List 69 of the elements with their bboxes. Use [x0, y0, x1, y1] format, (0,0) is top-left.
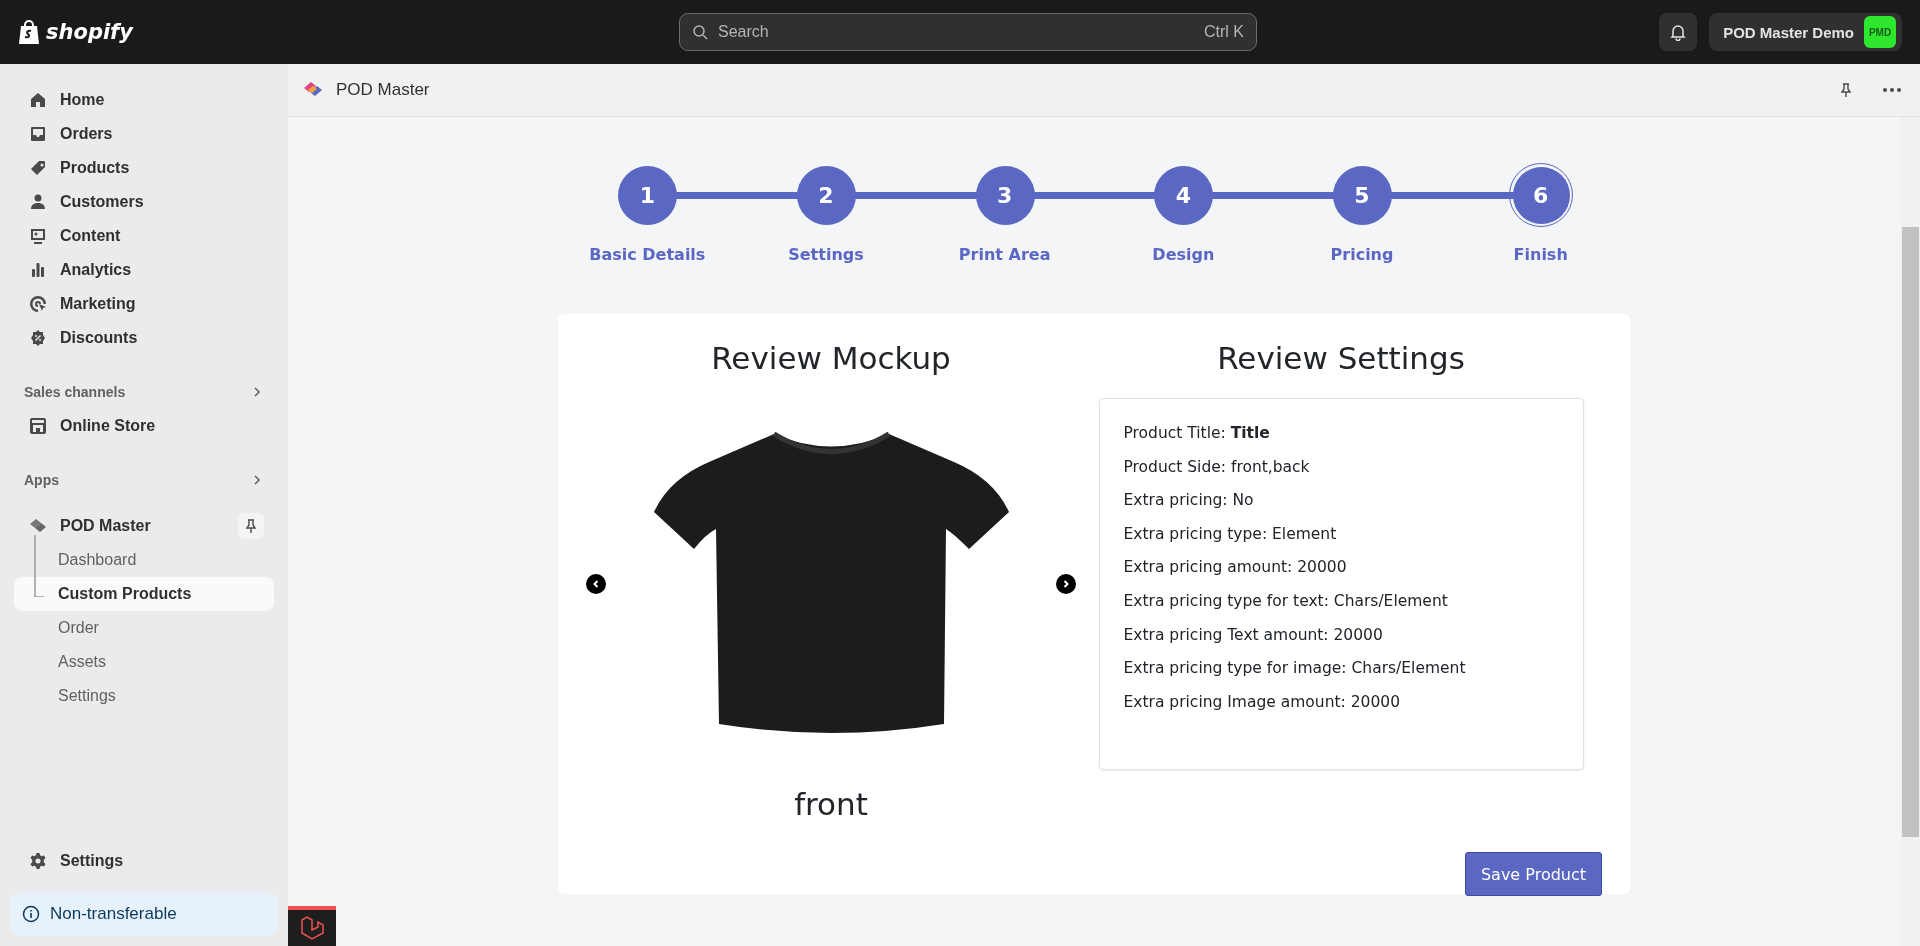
- sidebar-subitem[interactable]: Settings: [14, 679, 274, 713]
- sidebar-item[interactable]: Online Store: [14, 409, 274, 443]
- discount-icon: [28, 328, 48, 348]
- pin-icon[interactable]: [1838, 82, 1854, 98]
- sidebar-item[interactable]: Analytics: [14, 253, 274, 287]
- sidebar-item[interactable]: Home: [14, 83, 274, 117]
- app-name[interactable]: POD Master: [60, 517, 151, 535]
- pin-icon: [243, 518, 259, 534]
- shopping-bag-logo-icon: [18, 19, 40, 45]
- sidebar-item[interactable]: Settings: [14, 844, 274, 878]
- store-avatar: PMD: [1864, 16, 1896, 48]
- setting-line: Product Title: Title: [1123, 423, 1271, 444]
- next-button[interactable]: [1056, 574, 1076, 594]
- setting-line: Extra pricing type for text: Chars/Element: [1123, 590, 1449, 612]
- section-title: Review Mockup: [711, 340, 951, 376]
- inbox-icon: [28, 124, 48, 144]
- setting-line: Extra pricing Image amount: 20000: [1123, 691, 1401, 713]
- sidebar-item[interactable]: Products: [14, 151, 274, 185]
- setting-line: Extra pricing Text amount: 20000: [1123, 624, 1384, 646]
- more-options-icon[interactable]: [1882, 87, 1902, 93]
- save-product-button[interactable]: Save Product: [1465, 852, 1602, 896]
- sidebar-item[interactable]: Content: [14, 219, 274, 253]
- notice-text: Non-transferable: [50, 904, 177, 924]
- info-icon: [22, 905, 40, 923]
- pin-button[interactable]: [238, 513, 264, 539]
- sidebar-item[interactable]: Orders: [14, 117, 274, 151]
- app-title: POD Master: [336, 80, 430, 100]
- store-menu-button[interactable]: POD Master Demo PMD: [1709, 13, 1902, 51]
- sidebar-item[interactable]: Discounts: [14, 321, 274, 355]
- search-input[interactable]: Search: [716, 22, 1196, 42]
- section-heading: Apps: [24, 472, 59, 488]
- person-icon: [28, 192, 48, 212]
- step-label: Settings: [788, 245, 864, 264]
- setting-line: Extra pricing type for image: Chars/Element: [1123, 658, 1467, 680]
- sidebar-subitem[interactable]: Assets: [14, 645, 274, 679]
- target-icon: [28, 294, 48, 314]
- scrollbar[interactable]: [1900, 117, 1920, 946]
- logo-wordmark: shopify: [46, 20, 133, 44]
- search-icon: [692, 24, 708, 40]
- chevron-right-icon: [1061, 579, 1071, 589]
- step-label: Print Area: [958, 245, 1051, 264]
- search-field[interactable]: Search Ctrl K: [679, 13, 1257, 51]
- sidebar-item[interactable]: Marketing: [14, 287, 274, 321]
- section-title: Review Settings: [1217, 340, 1465, 376]
- storefront-icon: [28, 416, 48, 436]
- gear-icon: [28, 851, 48, 871]
- setting-line: Product Side: front,back: [1123, 456, 1311, 478]
- home-icon: [28, 90, 48, 110]
- shortcut-hint: Ctrl K: [1204, 23, 1244, 41]
- sidebar-subitem[interactable]: Order: [14, 611, 274, 645]
- setting-line: Extra pricing type: Element: [1123, 523, 1338, 545]
- step-label: Design: [1152, 245, 1215, 264]
- section-heading: Sales channels: [24, 384, 126, 400]
- setting-line: Extra pricing amount: 20000: [1123, 557, 1348, 579]
- notifications-button[interactable]: [1659, 13, 1698, 51]
- setting-line: Extra pricing: No: [1123, 490, 1255, 512]
- bell-icon: [1669, 23, 1688, 41]
- sidebar-subitem[interactable]: Custom Products: [14, 577, 274, 611]
- step-label: Basic Details: [589, 245, 706, 264]
- sidebar-item[interactable]: Customers: [14, 185, 274, 219]
- content-icon: [28, 226, 48, 246]
- mockup-side-caption: front: [794, 786, 868, 822]
- cube-logo-icon: [299, 915, 325, 941]
- debug-toolbar-button[interactable]: [288, 906, 336, 946]
- sidebar-subitem[interactable]: Dashboard: [14, 543, 274, 577]
- previous-button[interactable]: [586, 574, 606, 594]
- step-label: Pricing: [1330, 245, 1394, 264]
- chevron-left-icon: [591, 579, 601, 589]
- step-label: Finish: [1513, 245, 1568, 264]
